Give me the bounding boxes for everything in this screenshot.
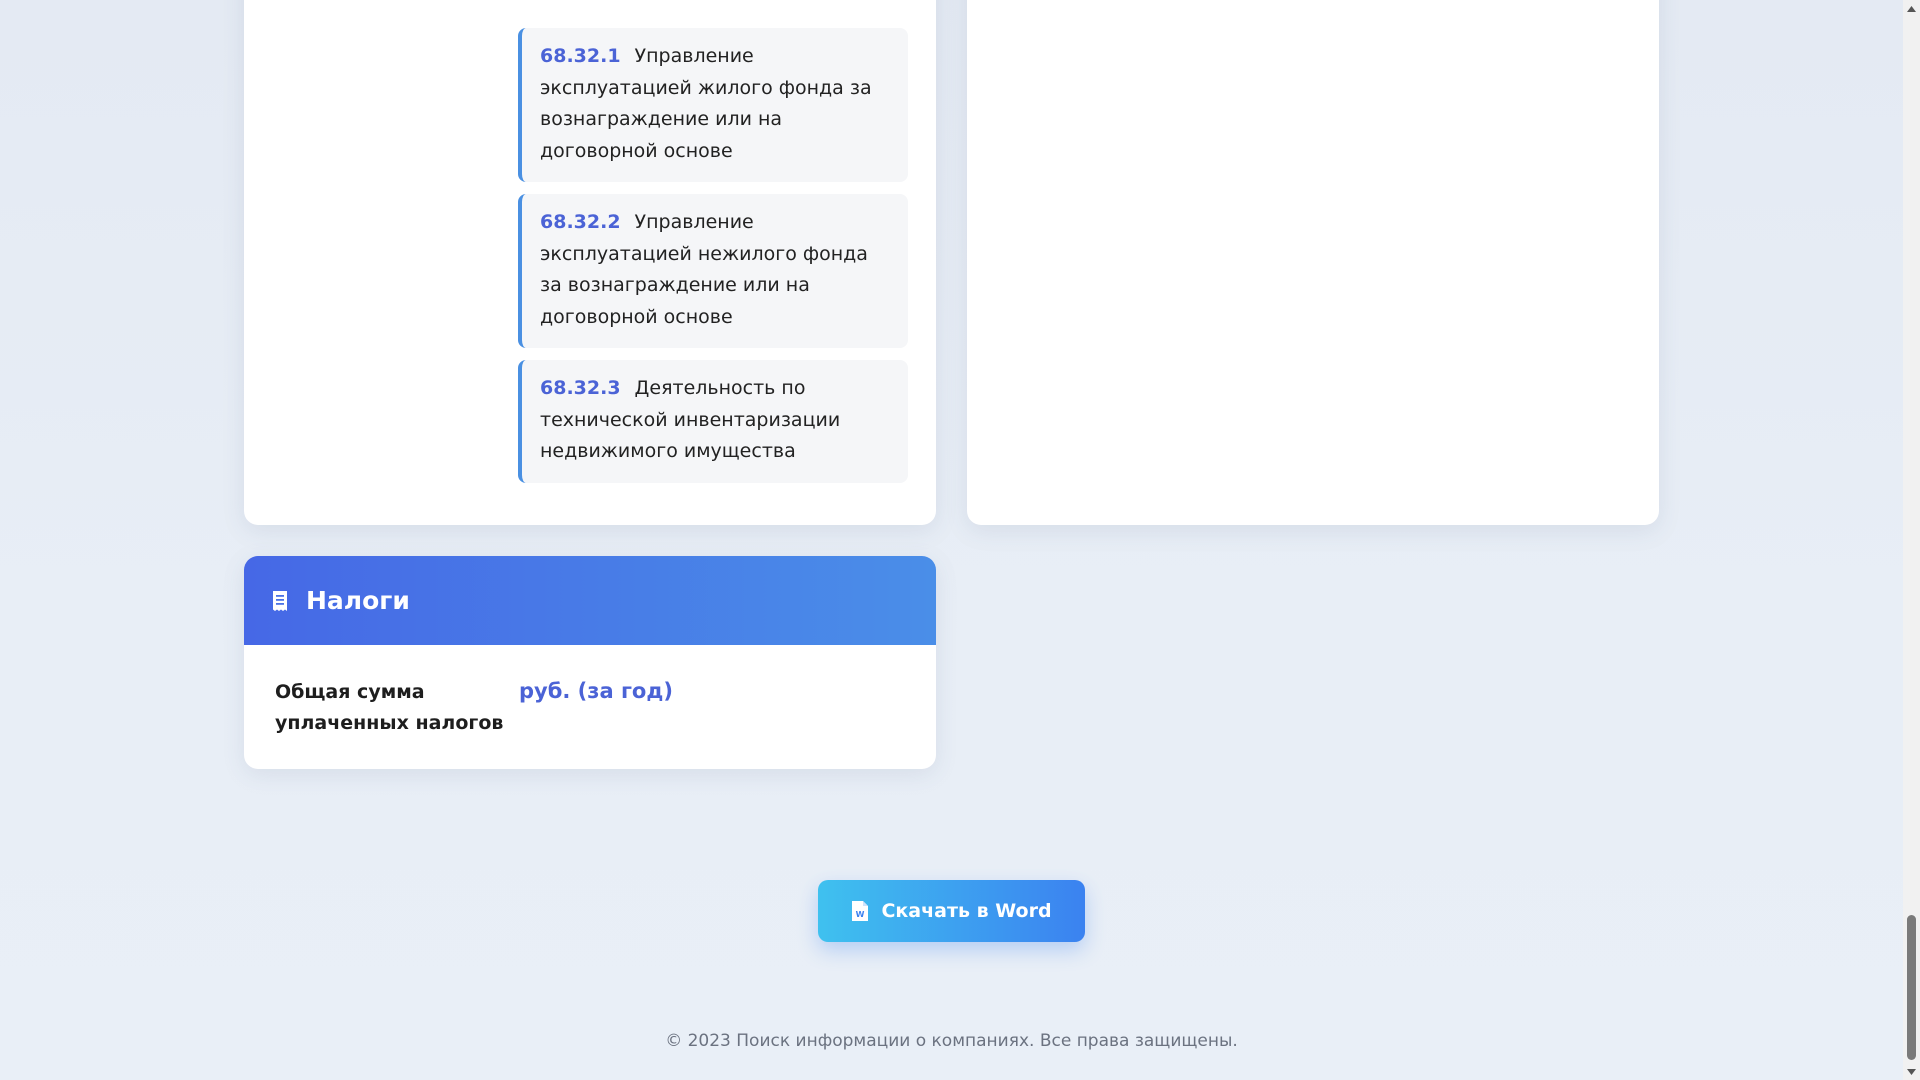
tax-total-label: Общая сумма уплаченных налогов [275,681,504,734]
download-word-button[interactable]: W Скачать в Word [818,880,1085,942]
okved-item: 68.32.2 Управление эксплуатацией нежилого… [518,194,908,348]
okved-code: 68.32.1 [540,45,621,67]
word-file-icon: W [851,900,869,922]
scroll-down-arrow-icon[interactable] [1903,1063,1920,1080]
okved-code: 68.32.2 [540,211,621,233]
scroll-up-arrow-icon[interactable] [1903,0,1920,17]
okved-code: 68.32.3 [540,377,621,399]
tax-total-value: руб. (за год) [519,679,673,703]
okved-item: 68.32.3 Деятельность по технической инвен… [518,360,908,483]
scrollbar-thumb[interactable] [1907,915,1916,1060]
activities-card: 68.32.1 Управление эксплуатацией жилого ф… [244,0,936,525]
svg-text:W: W [856,910,865,919]
okved-item: 68.32.1 Управление эксплуатацией жилого ф… [518,28,908,182]
taxes-card: Налоги Общая сумма уплаченных налогов ру… [244,556,936,769]
vertical-scrollbar[interactable] [1903,0,1920,1080]
taxes-title: Налоги [306,586,410,615]
receipt-icon [272,590,288,612]
right-card [967,0,1659,525]
taxes-body: Общая сумма уплаченных налогов руб. (за … [244,645,936,769]
download-word-label: Скачать в Word [881,900,1052,922]
footer-copyright: © 2023 Поиск информации о компаниях. Все… [665,1031,1238,1051]
taxes-header: Налоги [244,556,936,645]
